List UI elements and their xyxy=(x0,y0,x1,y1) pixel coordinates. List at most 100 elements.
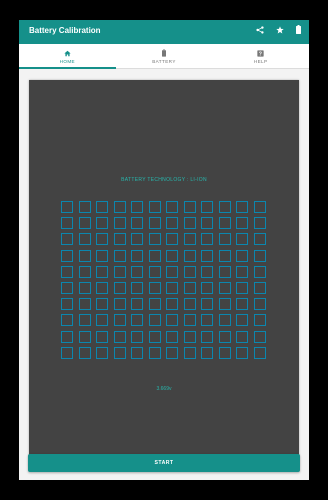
tab-bar: HOME BATTERY ? HELP xyxy=(19,44,309,69)
grid-cell xyxy=(61,298,73,311)
grid-cell xyxy=(166,281,178,294)
grid-cell xyxy=(201,330,213,343)
grid-cell xyxy=(148,281,161,294)
grid-cell xyxy=(166,298,178,311)
grid-cell xyxy=(201,298,213,311)
tab-home-label: HOME xyxy=(59,58,76,64)
grid-cell xyxy=(148,249,161,262)
grid-cell xyxy=(166,249,178,262)
grid-cell xyxy=(113,314,126,327)
calibration-panel: BATTERY TECHNOLOGY : LI-ION 3.669v xyxy=(29,80,299,467)
grid-cell xyxy=(183,265,196,278)
grid-cell xyxy=(253,249,266,262)
tab-battery[interactable]: BATTERY xyxy=(116,44,213,68)
grid-cell xyxy=(78,233,91,246)
grid-cell xyxy=(218,233,231,246)
grid-cell xyxy=(236,330,248,343)
grid-cell xyxy=(166,201,178,213)
grid-cell xyxy=(78,314,91,327)
grid-cell xyxy=(201,201,213,213)
grid-cell xyxy=(96,330,108,343)
grid-cell xyxy=(253,265,266,278)
grid-cell xyxy=(96,298,108,311)
grid-cell xyxy=(201,346,213,359)
grid-cell xyxy=(96,233,108,246)
start-button[interactable]: START xyxy=(28,454,300,472)
grid-cell xyxy=(201,265,213,278)
grid-cell xyxy=(218,330,231,343)
grid-cell xyxy=(61,249,73,262)
grid-cell xyxy=(61,201,73,213)
grid-cell xyxy=(166,233,178,246)
grid-cell xyxy=(253,201,266,213)
grid-cell xyxy=(166,217,178,230)
grid-cell xyxy=(166,265,178,278)
grid-cell xyxy=(78,201,91,213)
grid-cell xyxy=(218,346,231,359)
grid-cell xyxy=(96,281,108,294)
grid-cell xyxy=(236,346,248,359)
grid-cell xyxy=(201,249,213,262)
grid-cell xyxy=(201,281,213,294)
grid-cell xyxy=(131,265,143,278)
tab-home[interactable]: HOME xyxy=(19,44,116,69)
grid-cell xyxy=(253,298,266,311)
grid-cell xyxy=(183,346,196,359)
app-title: Battery Calibration xyxy=(29,26,101,35)
grid-cell xyxy=(96,217,108,230)
grid-cell xyxy=(166,346,178,359)
tab-help[interactable]: ? HELP xyxy=(212,44,309,68)
grid-cell xyxy=(113,330,126,343)
battery-technology-label: BATTERY TECHNOLOGY : LI-ION xyxy=(121,177,207,183)
grid-cell xyxy=(183,281,196,294)
grid-cell xyxy=(218,249,231,262)
grid-cell xyxy=(113,233,126,246)
grid-cell xyxy=(201,217,213,230)
grid-cell xyxy=(236,249,248,262)
svg-text:?: ? xyxy=(259,51,263,56)
grid-cell xyxy=(218,265,231,278)
star-icon[interactable] xyxy=(276,25,284,34)
grid-cell xyxy=(96,265,108,278)
grid-cell xyxy=(113,346,126,359)
tab-help-label: HELP xyxy=(253,58,268,64)
grid-cell xyxy=(236,233,248,246)
grid-cell xyxy=(183,314,196,327)
grid-cell xyxy=(236,281,248,294)
calibration-grid xyxy=(61,201,267,359)
grid-cell xyxy=(78,330,91,343)
tab-battery-label: BATTERY xyxy=(152,58,176,64)
grid-cell xyxy=(113,217,126,230)
grid-cell xyxy=(113,281,126,294)
voltage-readout: 3.669v xyxy=(156,386,172,392)
grid-cell xyxy=(253,346,266,359)
grid-cell xyxy=(236,201,248,213)
grid-cell xyxy=(96,249,108,262)
grid-cell xyxy=(78,265,91,278)
grid-cell xyxy=(131,298,143,311)
grid-cell xyxy=(113,265,126,278)
grid-cell xyxy=(253,330,266,343)
grid-cell xyxy=(166,314,178,327)
share-icon[interactable] xyxy=(256,25,264,34)
grid-cell xyxy=(183,298,196,311)
grid-cell xyxy=(61,217,73,230)
grid-cell xyxy=(218,217,231,230)
grid-cell xyxy=(131,346,143,359)
grid-cell xyxy=(236,217,248,230)
battery-icon[interactable] xyxy=(296,25,301,34)
grid-cell xyxy=(113,298,126,311)
grid-cell xyxy=(148,265,161,278)
grid-cell xyxy=(253,217,266,230)
home-icon xyxy=(64,49,71,58)
grid-cell xyxy=(236,314,248,327)
grid-cell xyxy=(78,249,91,262)
grid-cell xyxy=(61,314,73,327)
app-actions xyxy=(256,25,301,34)
grid-cell xyxy=(253,233,266,246)
grid-cell xyxy=(113,201,126,213)
grid-cell xyxy=(78,346,91,359)
grid-cell xyxy=(253,314,266,327)
grid-cell xyxy=(148,314,161,327)
grid-cell xyxy=(78,298,91,311)
